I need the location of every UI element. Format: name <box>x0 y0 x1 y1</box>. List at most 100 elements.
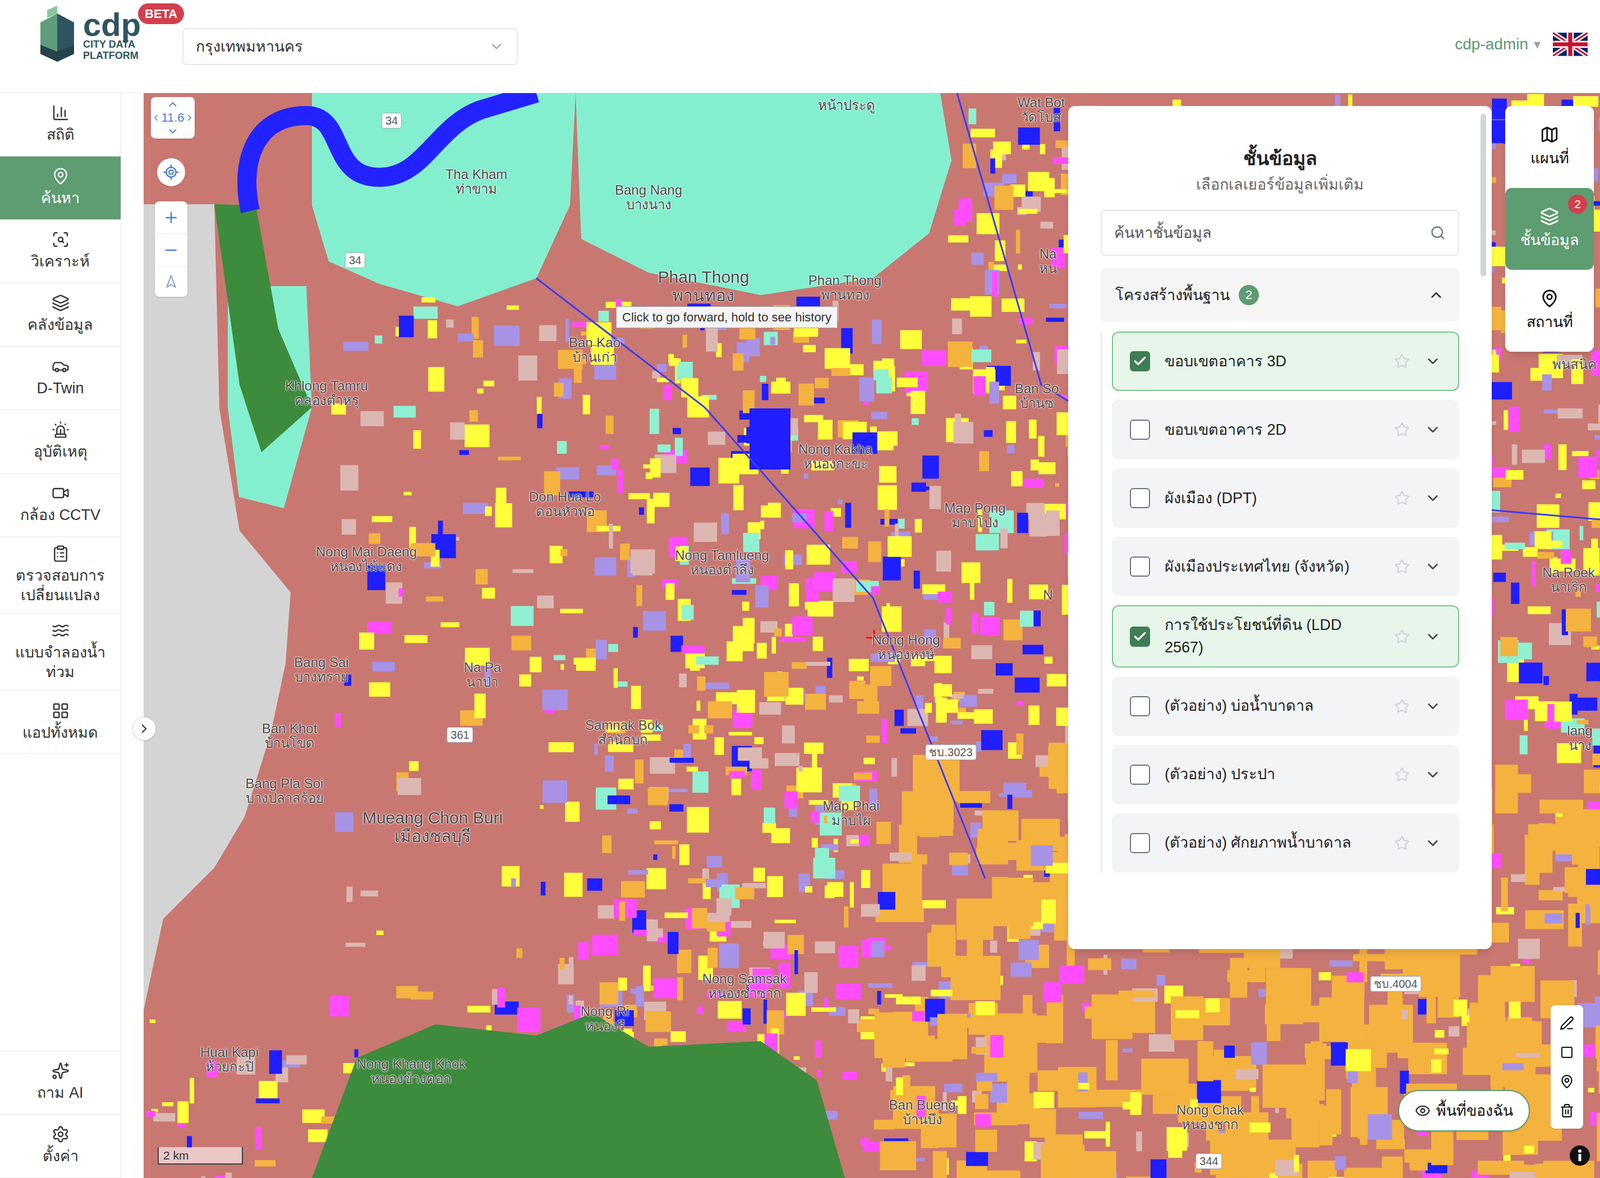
layer-item[interactable]: ขอบเขตอาคาร 3D <box>1111 331 1460 392</box>
layer-item[interactable]: (ตัวอย่าง) ประปา <box>1111 745 1460 805</box>
place-label: Bang Nangบางนาง <box>614 182 683 213</box>
chevron-down-icon[interactable] <box>1424 421 1442 439</box>
sidebar-item[interactable]: คลังข้อมูล <box>0 283 121 347</box>
chevron-down-icon[interactable] <box>1424 628 1442 646</box>
layer-item[interactable]: การใช้ประโยชน์ที่ดิน (LDD 2567) <box>1111 605 1460 668</box>
panel-subtitle: เลือกเลเยอร์ข้อมูลเพิ่มเติม <box>1100 174 1460 196</box>
polygon-icon <box>1560 1045 1574 1060</box>
tab-icon <box>1539 288 1560 308</box>
history-tooltip: Click to go forward, hold to see history <box>615 306 838 329</box>
star-icon[interactable] <box>1394 490 1410 507</box>
layer-search[interactable] <box>1100 209 1460 256</box>
group-count-badge: 2 <box>1238 284 1259 306</box>
star-icon[interactable] <box>1394 628 1410 645</box>
chevron-left-icon[interactable] <box>150 112 162 123</box>
layer-item[interactable]: (ตัวอย่าง) บ่อน้ำบาดาล <box>1111 676 1460 737</box>
star-icon[interactable] <box>1394 421 1410 438</box>
layer-checkbox[interactable] <box>1129 696 1151 717</box>
place-label: หน้าประดู <box>817 98 876 113</box>
place-label: Khlong Tamruคลองตำหรุ <box>284 378 369 409</box>
place-label: Nong Tamluengหนองตำลึง <box>674 548 770 578</box>
layer-item[interactable]: ผังเมือง (DPT) <box>1111 468 1460 528</box>
chevron-down-icon[interactable] <box>166 125 179 138</box>
star-icon[interactable] <box>1394 353 1410 370</box>
draw-line-button[interactable] <box>1559 1008 1575 1038</box>
delete-button[interactable] <box>1559 1096 1575 1126</box>
place-label: Ban Soบ้านซ <box>1014 381 1060 412</box>
eye-icon <box>1414 1102 1431 1119</box>
place-label: Nong Samsakหนองซ้ำซาก <box>702 971 788 1002</box>
chevron-down-icon[interactable] <box>1424 489 1442 507</box>
chevron-down-icon[interactable] <box>1424 697 1442 715</box>
uk-flag-icon[interactable] <box>1552 32 1588 57</box>
sidebar-item[interactable]: กล้อง CCTV <box>0 473 121 537</box>
place-label: Nong Riหนองรี <box>580 1004 630 1034</box>
sidebar-toggle[interactable] <box>132 716 156 741</box>
layer-item[interactable]: ผังเมืองประเทศไทย (จังหวัด) <box>1111 536 1460 597</box>
layer-checkbox[interactable] <box>1129 488 1151 509</box>
sidebar-item[interactable]: แบบจำลองน้ำท่วม <box>0 613 121 691</box>
road-shield: ชบ.3023 <box>925 744 977 761</box>
app: cdpCITY DATAPLATFORMBETA กรุงเทพมหานคร cdp… <box>0 0 1600 1178</box>
place-label: Phan Thongพานทอง <box>658 267 750 305</box>
zoom-indicator[interactable]: 11.6 <box>150 97 195 139</box>
check-icon <box>1132 353 1148 369</box>
right-tab[interactable]: แผนที่ <box>1505 106 1594 188</box>
layer-checkbox[interactable] <box>1129 351 1151 372</box>
chevron-down-icon[interactable] <box>1424 834 1442 852</box>
chevron-right-icon[interactable] <box>184 112 195 123</box>
sidebar-item[interactable]: อุบัติเหตุ <box>0 410 121 474</box>
place-label: Mueang Chon Buriเมืองชลบุรี <box>362 808 503 846</box>
road-shield: 344 <box>1195 1153 1222 1170</box>
zoom-in-button[interactable] <box>154 201 188 234</box>
sidebar-item[interactable]: สถิติ <box>0 93 121 157</box>
sidebar-item[interactable]: แอปทั้งหมด <box>0 690 121 754</box>
chevron-down-icon[interactable] <box>1424 558 1442 576</box>
chevron-down-icon[interactable] <box>1424 766 1442 784</box>
draw-point-button[interactable] <box>1559 1067 1575 1097</box>
scale-bar: 2 km <box>157 1147 243 1165</box>
search-icon <box>1430 224 1446 241</box>
logo[interactable]: cdpCITY DATAPLATFORMBETA <box>0 0 141 67</box>
draw-polygon-button[interactable] <box>1560 1037 1574 1068</box>
place-label: Nong Kakhaหนองกะขะ <box>798 442 873 472</box>
star-icon[interactable] <box>1394 558 1410 575</box>
sidebar-item[interactable]: ถาม AI <box>0 1051 121 1115</box>
road-shield: ชบ.4004 <box>1369 976 1422 992</box>
compass-button[interactable] <box>154 266 188 297</box>
right-tab[interactable]: ชั้นข้อมูล2 <box>1505 187 1594 270</box>
user-menu[interactable]: cdp-admin▾ <box>1454 32 1541 57</box>
sidebar-item[interactable]: ตั้งค่า <box>0 1114 121 1178</box>
panel-scrollbar[interactable] <box>1480 113 1487 277</box>
layer-item[interactable]: (ตัวอย่าง) ศักยภาพน้ำบาดาล <box>1111 813 1460 873</box>
map-area[interactable]: Tha Khamท่าขามBang NangบางนางPhan Thongพ… <box>143 93 1600 1178</box>
road-shield: 361 <box>446 727 473 743</box>
layer-checkbox[interactable] <box>1129 764 1151 785</box>
layer-group-header[interactable]: โครงสร้างพื้นฐาน2 <box>1100 268 1460 322</box>
place-label: Nong Chakหนองชาก <box>1176 1102 1244 1133</box>
place-label: langนาง <box>1566 723 1593 754</box>
chevron-up-icon[interactable] <box>166 98 179 111</box>
layer-checkbox[interactable] <box>1129 419 1151 440</box>
star-icon[interactable] <box>1394 766 1410 783</box>
sidebar-item[interactable]: D-Twin <box>0 346 121 411</box>
star-icon[interactable] <box>1394 698 1410 715</box>
locate-button[interactable] <box>157 158 186 187</box>
right-tab[interactable]: สถานที่ <box>1505 269 1594 352</box>
sidebar-item[interactable]: ค้นหา <box>0 156 121 220</box>
star-icon[interactable] <box>1394 835 1410 852</box>
layer-checkbox[interactable] <box>1129 626 1151 647</box>
zoom-out-button[interactable] <box>154 233 188 267</box>
place-label: Map Pongมาบโป่ง <box>944 500 1006 531</box>
info-icon[interactable] <box>1569 1145 1591 1167</box>
city-select[interactable]: กรุงเทพมหานคร <box>182 28 518 66</box>
plus-icon <box>162 209 180 227</box>
layer-checkbox[interactable] <box>1129 556 1151 577</box>
sidebar-item[interactable]: วิเคราะห์ <box>0 219 121 284</box>
chevron-down-icon[interactable] <box>1424 352 1442 370</box>
place-label: Naหน <box>1038 246 1057 277</box>
layer-checkbox[interactable] <box>1129 833 1151 854</box>
my-area-button[interactable]: พื้นที่ของฉัน <box>1398 1090 1530 1132</box>
layer-item[interactable]: ขอบเขตอาคาร 2D <box>1111 400 1460 460</box>
sidebar-item[interactable]: ตรวจสอบการเปลี่ยนแปลง <box>0 536 121 614</box>
